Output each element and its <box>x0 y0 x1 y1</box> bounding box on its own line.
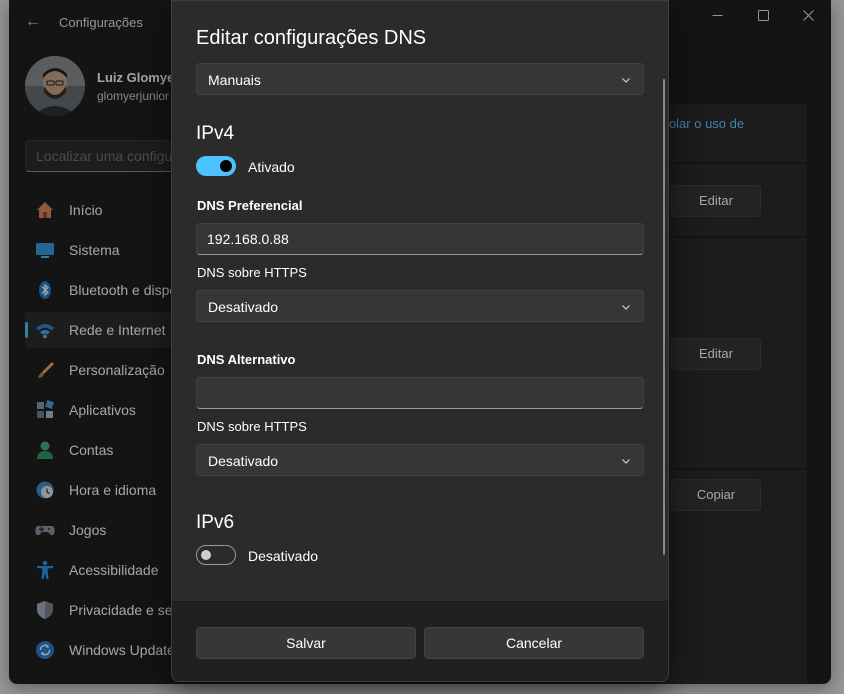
dialog-footer: Salvar Cancelar <box>172 601 668 681</box>
preferred-https-label: DNS sobre HTTPS <box>197 265 307 280</box>
ipv4-toggle[interactable] <box>196 156 236 176</box>
chevron-down-icon <box>622 305 630 310</box>
alternate-dns-input[interactable] <box>207 378 635 408</box>
dialog-title: Editar configurações DNS <box>196 27 427 49</box>
dns-settings-dialog: Editar configurações DNS Manuais IPv4 At… <box>171 0 669 682</box>
scrollbar[interactable] <box>663 79 665 555</box>
preferred-https-select[interactable]: Desativado <box>196 290 644 322</box>
chevron-down-icon <box>622 459 630 464</box>
alternate-https-label: DNS sobre HTTPS <box>197 419 307 434</box>
ipv6-heading: IPv6 <box>196 512 235 533</box>
preferred-dns-input[interactable] <box>207 224 635 254</box>
toggle-knob <box>201 550 211 560</box>
dns-mode-select[interactable]: Manuais <box>196 63 644 95</box>
toggle-knob <box>220 160 232 172</box>
preferred-dns-field[interactable] <box>196 223 644 255</box>
save-button[interactable]: Salvar <box>196 627 416 659</box>
alternate-https-select[interactable]: Desativado <box>196 444 644 476</box>
chevron-down-icon <box>622 78 630 83</box>
alternate-dns-label: DNS Alternativo <box>197 352 296 367</box>
ipv6-toggle[interactable] <box>196 545 236 565</box>
select-value: Desativado <box>208 299 279 315</box>
ipv4-toggle-label: Ativado <box>248 159 295 175</box>
ipv6-toggle-label: Desativado <box>248 548 319 564</box>
select-value: Desativado <box>208 453 279 469</box>
select-value: Manuais <box>208 72 261 88</box>
cancel-button[interactable]: Cancelar <box>424 627 644 659</box>
alternate-dns-field[interactable] <box>196 377 644 409</box>
ipv4-heading: IPv4 <box>196 123 235 144</box>
preferred-dns-label: DNS Preferencial <box>197 198 303 213</box>
